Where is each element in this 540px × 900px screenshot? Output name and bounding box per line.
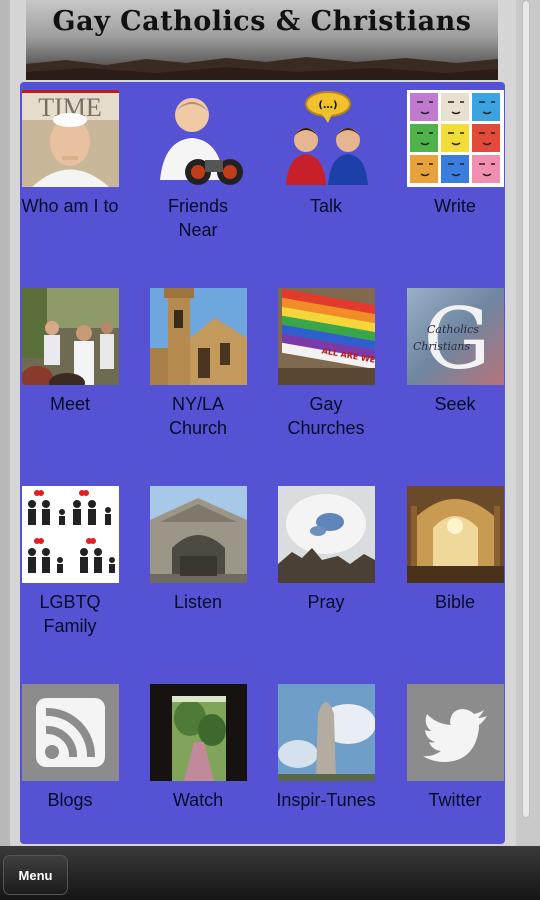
tile-pray[interactable]: Pray [276,486,376,676]
twitter-bird-icon [406,684,504,781]
tile-who-am-i-to[interactable]: TIME Who am I to [20,90,120,280]
tile-label: Who am I to [21,196,119,216]
tile-label: Write [434,196,476,216]
tile-write[interactable]: Write [405,90,505,280]
header-banner: Gay Catholics & Christians [26,0,498,80]
tile-ny-la-church[interactable]: NY/LA Church [148,288,248,478]
scrollbar-thumb[interactable] [522,0,530,818]
tile-friends-near[interactable]: Friends Near [148,90,248,280]
tile-label: Listen [173,592,223,612]
rss-icon [21,684,119,781]
church-interior-photo [406,486,504,583]
bottom-toolbar: Menu [0,846,540,900]
svg-text:(…): (…) [318,100,337,111]
tile-talk[interactable]: (…) Talk [276,90,376,280]
tile-label: Gay Churches [287,394,365,438]
tile-label: Friends Near [167,196,229,240]
svg-text:G: G [423,290,490,385]
app-title: Gay Catholics & Christians [52,6,472,37]
scrollbar[interactable] [516,0,540,846]
tile-label: Pray [307,592,345,612]
tile-label: LGBTQ Family [39,592,101,636]
doorway-garden-photo [149,684,247,781]
tile-label: Meet [49,394,91,414]
church-tower-photo [149,288,247,385]
tile-label: Twitter [428,790,482,810]
tile-label: NY/LA Church [168,394,228,438]
tile-gay-churches[interactable]: ALL ARE WE Gay Churches [276,288,376,478]
rainbow-flag-photo: ALL ARE WE [277,288,375,385]
letter-g-logo: G Catholics Christians [406,288,504,385]
tile-label: Inspir-Tunes [276,790,376,810]
tile-listen[interactable]: Listen [148,486,248,676]
time-magazine-pope-image: TIME [21,90,119,187]
binoculars-person-image [149,90,247,187]
mountain-silhouette-icon [26,57,498,80]
tile-bible[interactable]: Bible [405,486,505,676]
menu-button[interactable]: Menu [3,855,68,895]
family-pictogram-image [21,486,119,583]
tile-grid-panel: TIME Who am I to Friends Near (…) Talk W… [20,82,505,844]
tile-label: Talk [309,196,342,216]
cathedral-facade-photo [149,486,247,583]
sky-clouds-photo [277,486,375,583]
rock-pillar-sky-photo [277,684,375,781]
svg-text:Catholics: Catholics [427,323,479,336]
tile-lgbtq-family[interactable]: LGBTQ Family [20,486,120,676]
faces-grid-image [406,90,504,187]
tile-seek[interactable]: G Catholics Christians Seek [405,288,505,478]
tile-label: Bible [434,592,476,612]
tile-label: Watch [172,790,224,810]
chat-people-image: (…) [277,90,375,187]
tile-label: Blogs [47,790,93,810]
svg-text:Christians: Christians [413,340,471,353]
tile-label: Seek [434,394,476,414]
group-meeting-photo [21,288,119,385]
tile-meet[interactable]: Meet [20,288,120,478]
